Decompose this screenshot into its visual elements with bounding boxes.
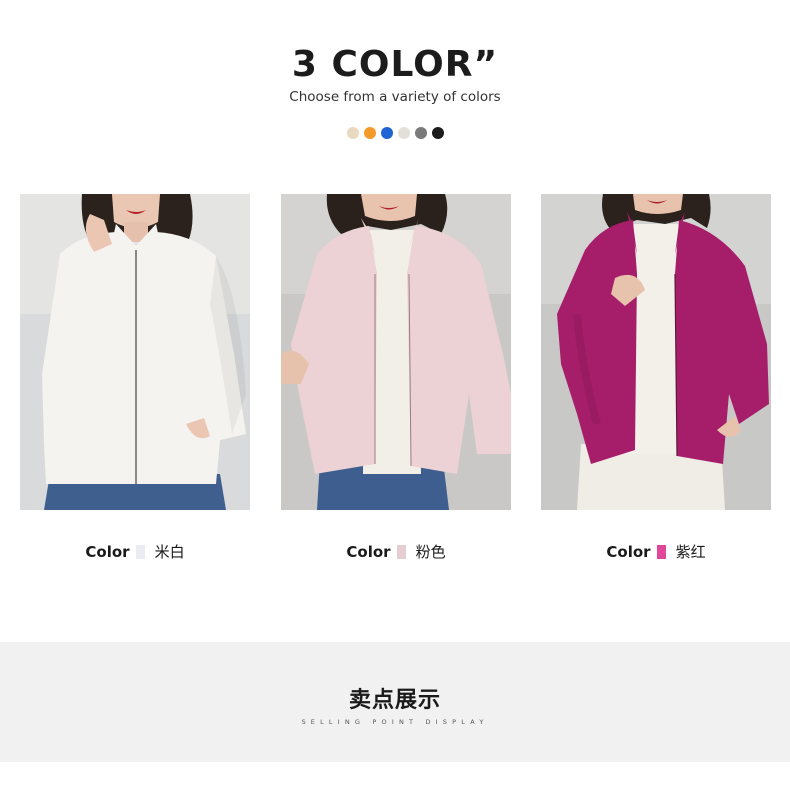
color-label-text: Color: [606, 542, 651, 561]
color-label-text: Color: [346, 542, 391, 561]
product-image-magenta[interactable]: [541, 194, 771, 510]
color-chip: [396, 544, 406, 559]
woman-magenta-fleece-jacket-image: [541, 194, 771, 510]
color-swatches: [0, 127, 790, 139]
color-chip: [135, 544, 145, 559]
product-gallery: [20, 194, 771, 510]
color-name: 粉色: [415, 543, 446, 561]
product-image-white[interactable]: [20, 194, 250, 510]
woman-white-fleece-jacket-image: [20, 194, 250, 510]
color-swatch[interactable]: [346, 127, 359, 139]
color-swatch[interactable]: [363, 127, 376, 139]
color-label-text: Color: [85, 542, 130, 561]
product-image-pink[interactable]: [281, 194, 511, 510]
color-swatch[interactable]: [397, 127, 410, 139]
color-name: 紫红: [675, 543, 706, 561]
color-label-white: Color 米白: [20, 541, 250, 562]
color-chip: [656, 544, 666, 559]
color-swatch[interactable]: [414, 127, 427, 139]
section-subtitle: SELLING POINT DISPLAY: [301, 718, 489, 726]
color-swatch[interactable]: [380, 127, 393, 139]
color-label-pink: Color 粉色: [281, 541, 511, 562]
color-name: 米白: [154, 543, 185, 561]
page-subtitle: Choose from a variety of colors: [289, 89, 501, 105]
color-label-magenta: Color 紫红: [541, 541, 771, 562]
color-swatch[interactable]: [431, 127, 444, 139]
section-title: 卖点展示: [348, 688, 441, 713]
selling-point-banner: 卖点展示 SELLING POINT DISPLAY: [0, 642, 790, 762]
page-title: 3 COLOR”: [291, 44, 499, 85]
woman-pink-fleece-jacket-image: [281, 194, 511, 510]
